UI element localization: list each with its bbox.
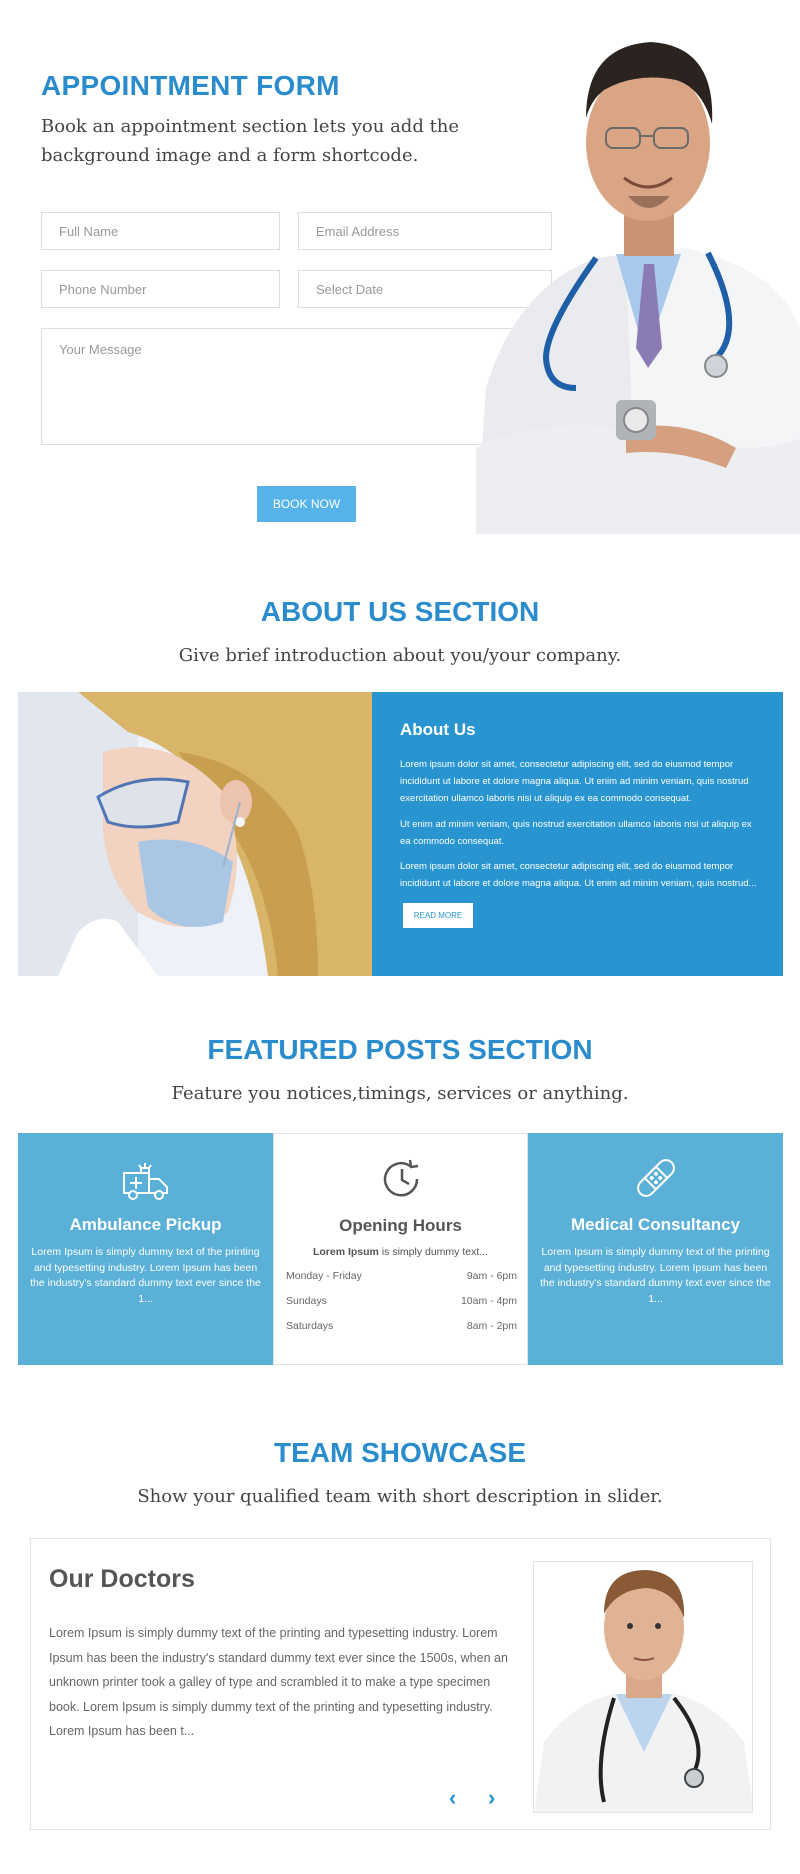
email-placeholder: Email Address [316, 224, 400, 239]
consultancy-title: Medical Consultancy [570, 1215, 741, 1234]
about-section-subtitle: Give brief introduction about you/your c… [178, 645, 622, 666]
doctor-photo [476, 28, 800, 534]
ambulance-icon [121, 1155, 171, 1201]
read-more-button[interactable]: READ MORE [403, 903, 473, 928]
team-section-title: TEAM SHOWCASE [274, 1437, 526, 1468]
bandage-icon [631, 1155, 681, 1201]
about-us-box: About Us Lorem ipsum dolor sit amet, con… [372, 692, 783, 976]
book-now-button[interactable]: BOOK NOW [257, 486, 356, 522]
our-doctors-heading: Our Doctors [49, 1565, 195, 1593]
full-name-placeholder: Full Name [59, 224, 119, 239]
appointment-section: APPOINTMENT FORM Book an appointment sec… [0, 0, 800, 540]
nurse-photo [18, 692, 372, 976]
appointment-title: APPOINTMENT FORM [41, 70, 340, 101]
hours-day: Monday - Friday [286, 1270, 362, 1282]
slider-next-arrow[interactable]: › [488, 1785, 495, 1811]
consultancy-text: Lorem Ipsum is simply dummy text of the … [540, 1246, 771, 1305]
ambulance-text: Lorem Ipsum is simply dummy text of the … [30, 1246, 261, 1305]
clock-icon [377, 1156, 427, 1202]
hours-time: 10am - 4pm [460, 1295, 517, 1307]
hours-time: 9am - 6pm [466, 1270, 517, 1282]
featured-section-subtitle: Feature you notices,timings, services or… [171, 1083, 629, 1104]
about-section-title: ABOUT US SECTION [260, 596, 540, 627]
full-name-field[interactable]: Full Name [41, 212, 280, 250]
opening-hours-intro: Lorem Ipsum is simply dummy text... [274, 1246, 527, 1258]
hours-time: 8am - 2pm [466, 1320, 517, 1332]
opening-hours-intro-bold: Lorem Ipsum [312, 1246, 379, 1258]
feature-card-ambulance[interactable]: Ambulance Pickup Lorem Ipsum is simply d… [18, 1133, 273, 1365]
ambulance-title: Ambulance Pickup [69, 1215, 222, 1234]
team-description: Lorem Ipsum is simply dummy text of the … [49, 1626, 508, 1738]
message-placeholder: Your Message [59, 342, 142, 357]
phone-placeholder: Phone Number [59, 282, 147, 297]
about-paragraph-3: Lorem ipsum dolor sit amet, consectetur … [400, 861, 757, 889]
date-placeholder: Select Date [316, 282, 384, 297]
about-paragraph-2: Ut enim ad minim veniam, quis nostrud ex… [400, 819, 752, 847]
slider-prev-arrow[interactable]: ‹ [449, 1785, 456, 1811]
team-slider: Our Doctors Lorem Ipsum is simply dummy … [30, 1538, 771, 1830]
doctor-portrait [533, 1561, 753, 1813]
feature-card-opening-hours[interactable]: Opening Hours Lorem Ipsum is simply dumm… [273, 1133, 528, 1365]
hours-day: Saturdays [286, 1320, 334, 1332]
featured-section-title: FEATURED POSTS SECTION [207, 1034, 593, 1065]
about-paragraph-1: Lorem ipsum dolor sit amet, consectetur … [400, 759, 749, 804]
feature-card-consultancy[interactable]: Medical Consultancy Lorem Ipsum is simpl… [528, 1133, 783, 1365]
about-us-heading: About Us [400, 720, 476, 739]
opening-hours-intro-rest: is simply dummy text... [378, 1246, 489, 1258]
opening-hours-title: Opening Hours [339, 1216, 462, 1235]
phone-field[interactable]: Phone Number [41, 270, 280, 308]
hours-day: Sundays [286, 1295, 327, 1307]
team-section-subtitle: Show your qualified team with short desc… [137, 1486, 663, 1507]
